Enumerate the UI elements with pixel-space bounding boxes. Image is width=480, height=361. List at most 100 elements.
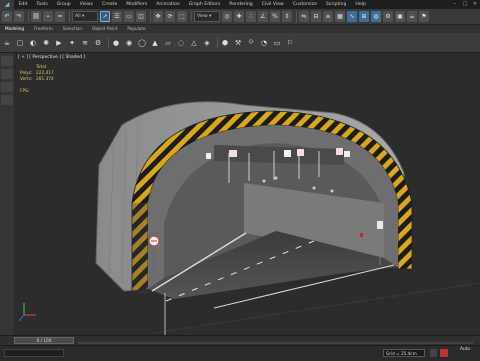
bind-space-warp-icon[interactable]: ≈ [55,11,65,22]
box-icon[interactable]: ▢ [15,37,25,49]
angle-snap-icon[interactable]: ∠ [258,11,268,22]
menu-item-group[interactable]: Group [52,0,75,9]
menu-item-animation[interactable]: Animation [152,0,184,9]
ribbon-tabs: Modeling Freeform Selection Object Paint… [0,25,480,33]
selection-filter-dropdown[interactable]: All ▾ [72,11,98,22]
geosphere-icon[interactable]: ◈ [202,37,212,49]
timeline-ticks [78,342,473,344]
motion-icon[interactable]: ◔ [259,37,269,49]
tab-populate[interactable]: Populate [122,25,150,33]
shapes-icon[interactable]: ◐ [28,37,38,49]
menu-item-rendering[interactable]: Rendering [225,0,257,9]
hierarchy-icon[interactable]: ⟐ [246,37,256,49]
filter-icon[interactable] [1,69,13,79]
schematic-view-icon[interactable]: ⊞ [359,11,369,22]
edit-poly-icon[interactable]: ⬢ [220,37,230,49]
camera-icon[interactable]: ▶ [54,37,64,49]
select-object-icon[interactable]: ➚ [100,11,110,22]
unlink-icon[interactable]: ⌁ [43,11,53,22]
verts-label: Verts: [20,77,33,82]
window-crossing-icon[interactable]: ◫ [136,11,146,22]
main-toolbar: ↶ ↷ ⛓ ⌁ ≈ All ▾ ➚ ☰ ▭ ◫ ✥ ⟳ ⬚ View ▾ ◎ ✚… [0,9,480,25]
close-icon[interactable]: ✕ [470,0,480,9]
sphere-icon[interactable]: ● [111,37,121,49]
tunnel-scene [18,101,480,335]
menu-item-edit[interactable]: Edit [14,0,32,9]
move-icon[interactable]: ✥ [153,11,163,22]
align-icon[interactable]: ⊟ [311,11,321,22]
redo-icon[interactable]: ↷ [14,11,24,22]
menu-item-views[interactable]: Views [75,0,97,9]
status-bar: Grid = 25.4cm Auto [0,345,480,361]
spinner-snap-icon[interactable]: ⇕ [282,11,292,22]
tab-freeform[interactable]: Freeform [29,25,58,33]
torus-icon[interactable]: ◯ [137,37,147,49]
menu-items: Edit Tools Group Views Create Modifiers Animat… [14,0,370,9]
tab-modeling[interactable]: Modeling [0,25,29,33]
scale-icon[interactable]: ⬚ [177,11,187,22]
pivot-icon[interactable]: ◎ [222,11,232,22]
key-icon[interactable] [440,349,448,357]
layer-icon[interactable] [1,95,13,105]
rendered-frame-icon[interactable]: ▣ [395,11,405,22]
spacewarp-icon[interactable]: ≋ [80,37,90,49]
modifier-icon[interactable]: ⚒ [233,37,243,49]
menu-item-create[interactable]: Create [98,0,122,9]
cone-icon[interactable]: ▲ [150,37,160,49]
menu-item-scripting[interactable]: Scripting [321,0,350,9]
material-editor-icon[interactable]: ◍ [371,11,381,22]
plane-icon[interactable]: ▱ [163,37,173,49]
render-icon[interactable]: ☕ [407,11,417,22]
rotate-icon[interactable]: ⟳ [165,11,175,22]
undo-icon[interactable]: ↶ [2,11,12,22]
menu-item-civil-view[interactable]: Civil View [257,0,288,9]
graphite-icon[interactable]: ▦ [335,11,345,22]
select-manipulate-icon[interactable]: ✚ [234,11,244,22]
percent-snap-icon[interactable]: % [270,11,280,22]
curve-editor-icon[interactable]: ∿ [347,11,357,22]
fps-label: FPS: [20,89,30,94]
viewport-label[interactable]: [ + ] [ Perspective ] [ Shaded ] [18,55,85,60]
systems-icon[interactable]: ⚙ [93,37,103,49]
verts-value: 281,374 [36,77,54,82]
link-icon[interactable]: ⛓ [31,11,41,22]
pyramid-icon[interactable]: △ [189,37,199,49]
grid-readout: Grid = 25.4cm [383,349,425,357]
status-prompt [70,349,370,357]
select-by-name-icon[interactable]: ☰ [112,11,122,22]
time-slider[interactable]: 0 / 100 [14,337,74,344]
layer-manager-icon[interactable]: ≡ [323,11,333,22]
tube-icon[interactable]: ◌ [176,37,186,49]
scene-explorer-icon[interactable] [1,56,13,66]
menu-item-help[interactable]: Help [351,0,370,9]
mirror-icon[interactable]: ⇋ [299,11,309,22]
render-setup-icon[interactable]: ⚙ [383,11,393,22]
sort-icon[interactable] [1,82,13,92]
maxscript-listener[interactable] [4,349,64,357]
left-command-strip [0,53,15,335]
light-icon[interactable]: ✺ [41,37,51,49]
axis-gizmo [18,303,36,322]
cylinder-icon[interactable]: ◉ [124,37,134,49]
menu-item-customize[interactable]: Customize [288,0,321,9]
auto-key-button[interactable]: Auto [460,347,478,359]
tab-selection[interactable]: Selection [58,25,87,33]
minimize-icon[interactable]: – [450,0,460,9]
rect-selection-icon[interactable]: ▭ [124,11,134,22]
render-production-icon[interactable]: ⚑ [419,11,429,22]
perspective-viewport[interactable]: [ + ] [ Perspective ] [ Shaded ] Total P… [14,53,480,335]
tab-object-paint[interactable]: Object Paint [87,25,122,33]
reference-coord-dropdown[interactable]: View ▾ [194,11,220,22]
menu-item-tools[interactable]: Tools [32,0,52,9]
display-icon[interactable]: ▭ [272,37,282,49]
menu-item-graph-editors[interactable]: Graph Editors [184,0,225,9]
utilities-icon[interactable]: ⚐ [285,37,295,49]
menu-item-modifiers[interactable]: Modifiers [122,0,152,9]
helper-icon[interactable]: ✦ [67,37,77,49]
menu-bar: ◢ Edit Tools Group Views Create Modifiers Anim… [0,0,480,9]
app-logo-icon[interactable]: ◢ [0,0,14,9]
lock-icon[interactable] [430,349,437,357]
snap-icon[interactable]: ∴ [246,11,256,22]
maximize-icon[interactable]: □ [460,0,470,9]
teapot-icon[interactable]: ☕ [2,37,12,49]
